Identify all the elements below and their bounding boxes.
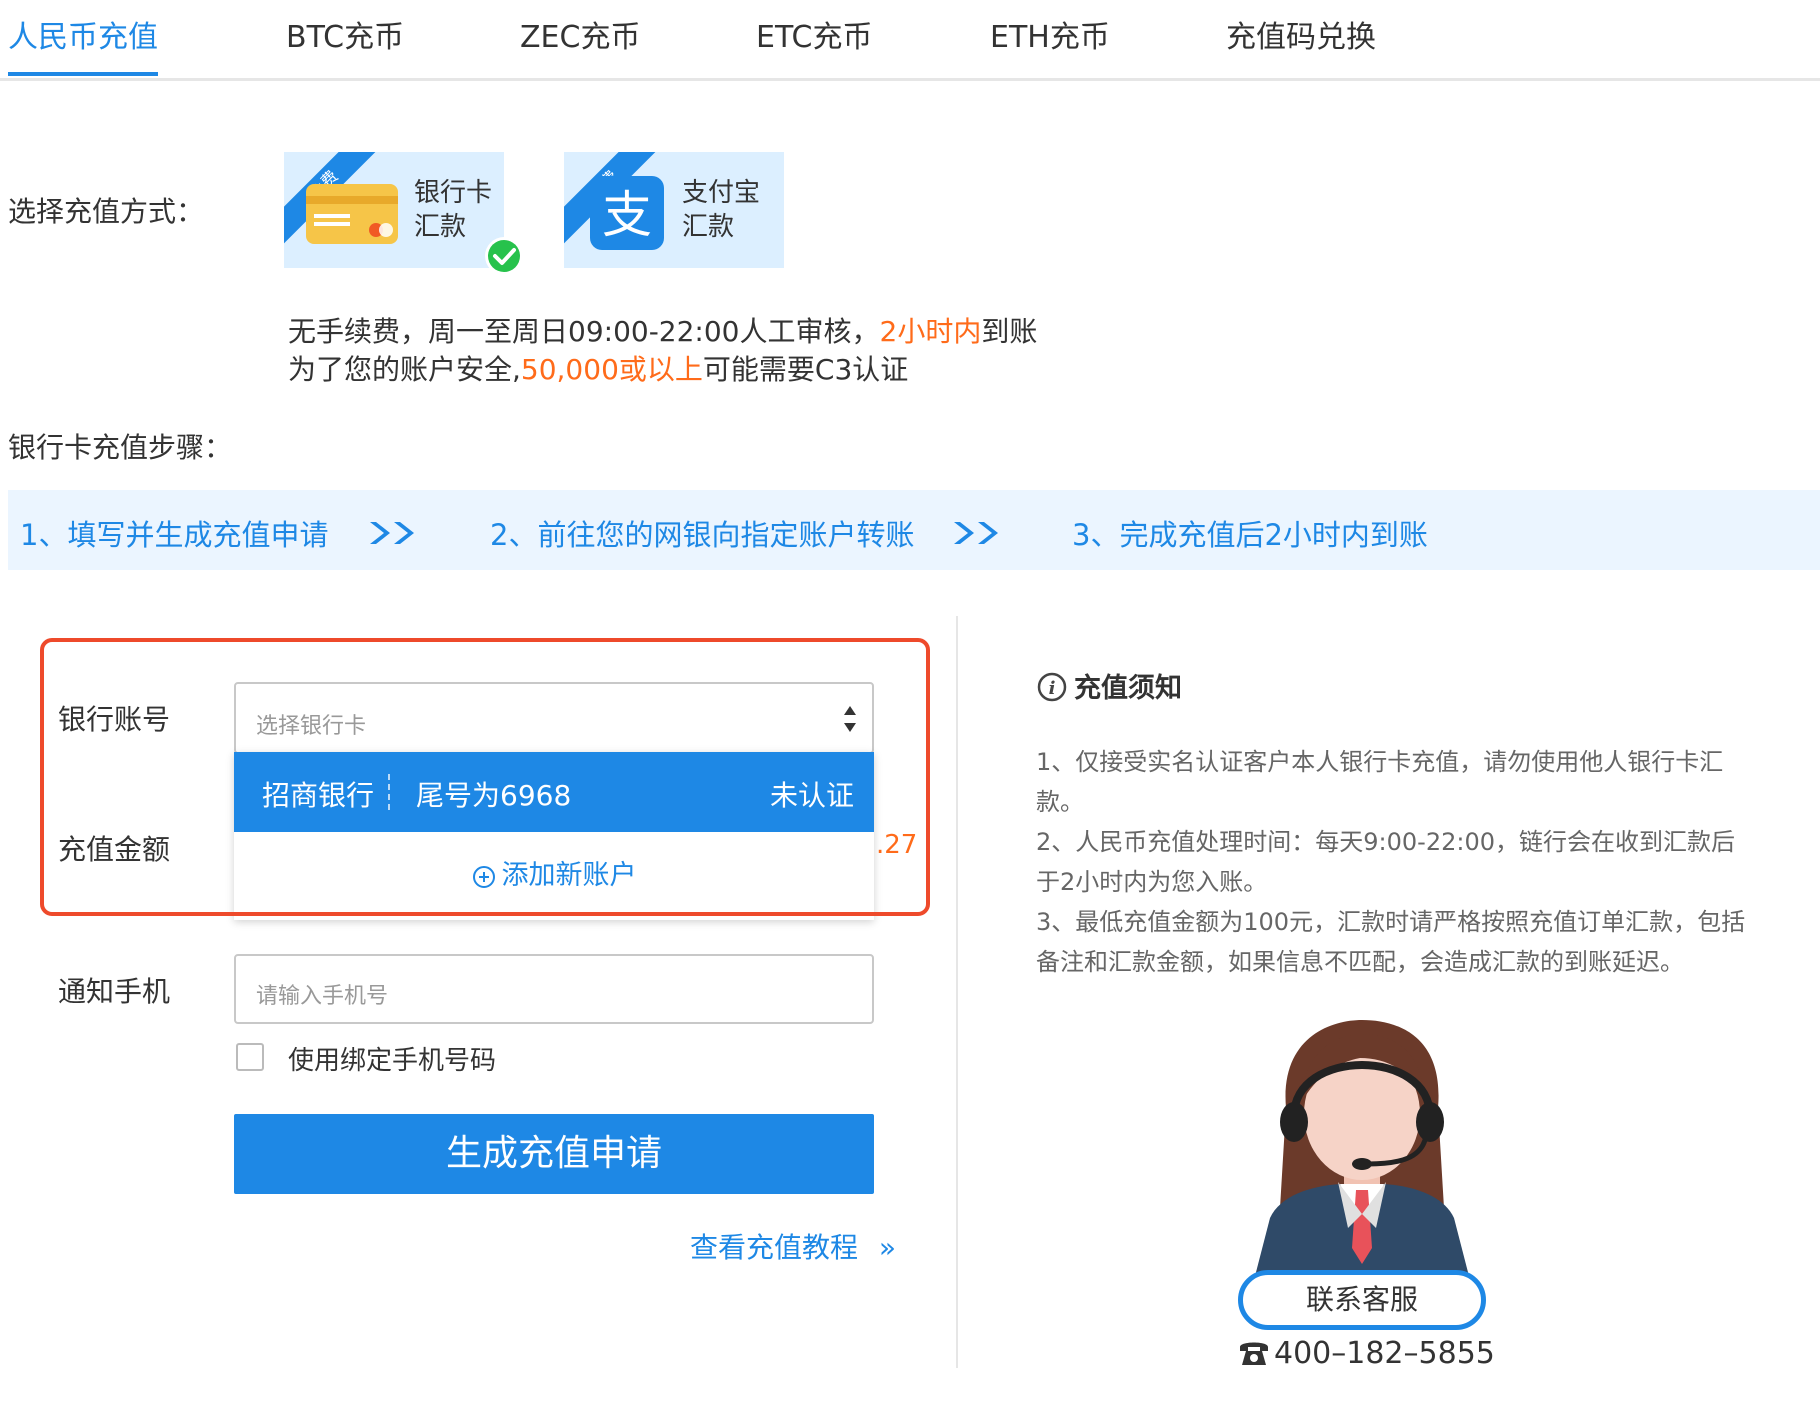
method-bank-line2: 汇款 xyxy=(414,212,467,242)
double-arrow-icon xyxy=(954,522,998,544)
telephone-icon xyxy=(1240,1342,1268,1365)
highlight-amount: 50,000或以上 xyxy=(520,353,703,386)
tab-cny-deposit[interactable]: 人民币充值 xyxy=(8,12,158,56)
tutorial-link[interactable]: 查看充值教程 » xyxy=(690,1226,896,1266)
use-bound-phone-label: 使用绑定手机号码 xyxy=(288,1046,497,1076)
customer-service-avatar xyxy=(1254,1020,1470,1280)
selected-check-icon xyxy=(485,237,523,275)
step-3: 3、完成充值后2小时内到账 xyxy=(1072,518,1428,552)
method-alipay-line2: 汇款 xyxy=(682,212,735,242)
steps-title: 银行卡充值步骤： xyxy=(8,431,233,464)
bank-card-icon xyxy=(306,184,398,244)
notice-header: i 充值须知 xyxy=(1036,666,1182,705)
fee-info: 无手续费，周一至周日09:00-22:00人工审核，2小时内到账 xyxy=(288,315,1038,348)
use-bound-phone-checkbox[interactable] xyxy=(236,1043,264,1071)
alipay-icon: 支 xyxy=(590,176,664,250)
tab-zec-deposit[interactable]: ZEC充币 xyxy=(520,12,640,56)
notice-item-3: 3、最低充值金额为100元，汇款时请严格按照充值订单汇款，包括备注和汇款金额，如… xyxy=(1036,908,1746,976)
active-tab-indicator xyxy=(8,72,158,76)
highlight-time: 2小时内 xyxy=(879,315,982,348)
submit-deposit-button[interactable]: 生成充值申请 xyxy=(234,1114,874,1194)
step-2: 2、前往您的网银向指定账户转账 xyxy=(490,518,915,552)
security-info: 为了您的账户安全,50,000或以上可能需要C3认证 xyxy=(288,353,909,386)
method-alipay[interactable]: 免费 支 支付宝 汇款 xyxy=(564,152,784,268)
tab-etc-deposit[interactable]: ETC充币 xyxy=(756,12,872,56)
svg-text:i: i xyxy=(1049,678,1056,699)
tab-bar: 人民币充值 BTC充币 ZEC充币 ETC充币 ETH充币 充值码兑换 xyxy=(0,0,1820,81)
notice-item-2: 2、人民币充值处理时间：每天9:00-22:00，链行会在收到汇款后于2小时内为… xyxy=(1036,828,1735,896)
service-phone: 400–182–5855 xyxy=(1238,1336,1495,1371)
phone-label: 通知手机 xyxy=(58,975,171,1008)
double-chevron-right-icon: » xyxy=(878,1231,897,1264)
tab-code-redeem[interactable]: 充值码兑换 xyxy=(1226,12,1376,56)
tab-btc-deposit[interactable]: BTC充币 xyxy=(286,12,404,56)
info-icon: i xyxy=(1037,672,1067,702)
vertical-divider xyxy=(956,616,958,1368)
phone-input[interactable]: 请输入手机号 xyxy=(234,954,874,1024)
method-alipay-line1: 支付宝 xyxy=(682,178,761,208)
svg-text:支: 支 xyxy=(602,186,652,244)
contact-service-button[interactable]: 联系客服 xyxy=(1238,1270,1486,1330)
notice-title: 充值须知 xyxy=(1074,673,1182,704)
steps-band: 1、填写并生成充值申请 2、前往您的网银向指定账户转账 3、完成充值后2小时内到… xyxy=(8,490,1820,570)
step-1: 1、填写并生成充值申请 xyxy=(20,518,329,552)
method-bank-transfer[interactable]: 免费 银行卡 汇款 xyxy=(284,152,504,268)
annotation-highlight-box xyxy=(40,638,930,916)
notice-item-1: 1、仅接受实名认证客户本人银行卡充值，请勿使用他人银行卡汇款。 xyxy=(1036,748,1724,816)
double-arrow-icon xyxy=(370,522,414,544)
method-bank-line1: 银行卡 xyxy=(414,178,493,208)
tab-eth-deposit[interactable]: ETH充币 xyxy=(990,12,1110,56)
method-label: 选择充值方式： xyxy=(8,195,205,228)
